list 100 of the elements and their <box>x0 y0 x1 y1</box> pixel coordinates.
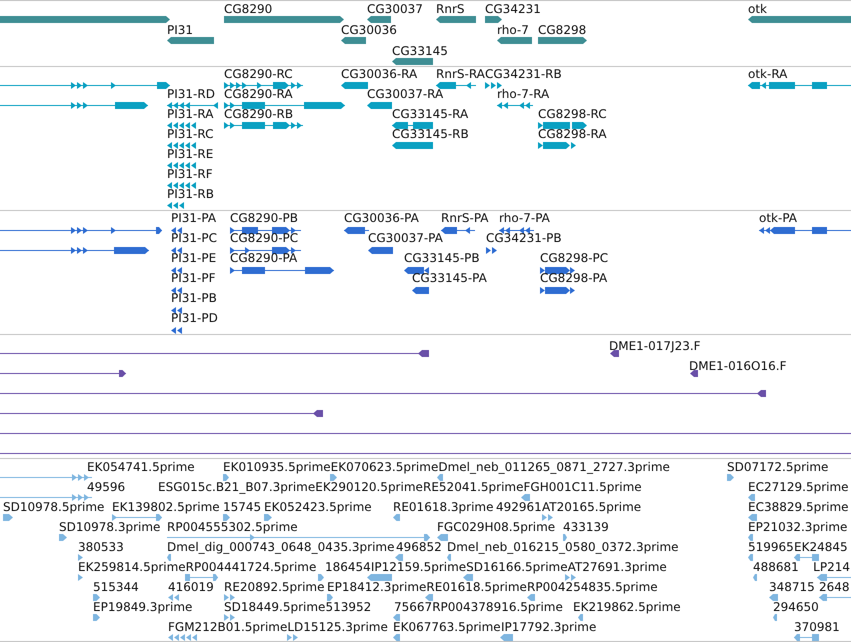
est-feature-bar[interactable] <box>287 634 300 641</box>
protein-feature-bar[interactable] <box>540 267 576 274</box>
est-feature-bar[interactable] <box>463 574 473 581</box>
est-feature-bar[interactable] <box>224 614 237 621</box>
protein-feature-bar[interactable] <box>230 227 301 234</box>
clone-feature-bar[interactable] <box>0 410 323 417</box>
est-feature-bar[interactable] <box>748 514 757 521</box>
transcript-feature-bar[interactable] <box>167 142 196 149</box>
est-feature-bar[interactable] <box>578 614 583 621</box>
transcript-feature-bar[interactable] <box>538 142 578 149</box>
est-feature-bar[interactable] <box>224 594 237 601</box>
est-feature-bar[interactable] <box>93 614 100 621</box>
est-feature-bar[interactable] <box>748 494 755 501</box>
transcript-feature-bar[interactable] <box>224 122 303 129</box>
transcript-feature-bar[interactable] <box>0 102 148 109</box>
gene-feature-bar[interactable] <box>436 16 476 23</box>
protein-feature-bar[interactable] <box>230 247 301 254</box>
gene-feature-bar[interactable] <box>748 16 851 23</box>
est-feature-bar[interactable] <box>318 574 324 581</box>
transcript-feature-bar[interactable] <box>485 82 502 89</box>
est-feature-bar[interactable] <box>521 494 530 501</box>
est-feature-bar[interactable] <box>0 494 92 501</box>
transcript-feature-bar[interactable] <box>748 82 851 89</box>
est-feature-bar[interactable] <box>748 554 753 561</box>
gene-feature-bar[interactable] <box>167 37 214 44</box>
est-feature-bar[interactable] <box>3 514 13 521</box>
est-feature-bar[interactable] <box>112 514 162 521</box>
transcript-feature-bar[interactable] <box>167 102 218 109</box>
est-feature-bar[interactable] <box>168 594 180 601</box>
protein-label: PI31-PC <box>171 231 217 245</box>
est-feature-bar[interactable] <box>447 554 451 561</box>
est-feature-bar[interactable] <box>167 534 430 541</box>
gene-feature-bar[interactable] <box>497 37 532 44</box>
est-label: RP004555302.5prime <box>167 520 298 534</box>
gene-feature-bar[interactable] <box>538 37 587 44</box>
transcript-feature-bar[interactable] <box>167 122 196 129</box>
est-feature-bar[interactable] <box>0 474 92 481</box>
est-feature-bar[interactable] <box>167 554 171 561</box>
gene-feature-bar[interactable] <box>341 37 366 44</box>
est-feature-bar[interactable] <box>437 474 443 481</box>
transcript-feature-bar[interactable] <box>392 142 433 149</box>
gene-feature-bar[interactable] <box>485 16 502 23</box>
transcript-label: CG30036-RA <box>341 67 418 81</box>
transcript-feature-bar[interactable] <box>167 162 196 169</box>
est-feature-bar[interactable] <box>542 514 553 521</box>
transcript-feature-bar[interactable] <box>167 182 196 189</box>
est-feature-bar[interactable] <box>223 474 229 481</box>
est-feature-bar[interactable] <box>425 594 433 601</box>
est-feature-bar[interactable] <box>819 594 851 601</box>
protein-feature-bar[interactable] <box>404 267 429 274</box>
est-feature-bar[interactable] <box>565 574 577 581</box>
protein-feature-bar[interactable] <box>499 227 534 234</box>
clone-feature-bar[interactable] <box>0 370 126 377</box>
est-feature-bar[interactable] <box>395 554 403 561</box>
transcript-feature-bar[interactable] <box>0 82 170 89</box>
gene-feature-bar[interactable] <box>392 58 433 65</box>
est-label: EC27129.5prime <box>748 480 849 494</box>
est-feature-bar[interactable] <box>773 614 777 621</box>
est-feature-bar[interactable] <box>59 534 67 541</box>
transcript-feature-bar[interactable] <box>392 122 433 129</box>
est-feature-bar[interactable] <box>727 474 734 481</box>
est-feature-bar[interactable] <box>367 574 392 581</box>
est-feature-bar[interactable] <box>753 574 757 581</box>
est-feature-bar[interactable] <box>794 554 819 561</box>
transcript-feature-bar[interactable] <box>224 102 345 109</box>
est-feature-bar[interactable] <box>223 514 230 521</box>
est-feature-bar[interactable] <box>437 534 448 541</box>
gene-feature-bar[interactable] <box>367 16 391 23</box>
est-label: ESG015c.B21_B07.3prime <box>158 480 316 494</box>
est-feature-bar[interactable] <box>393 634 400 641</box>
est-label: Dmel_neb_011265_0871_2727.3prime <box>438 460 670 474</box>
est-label: EK054741.5prime <box>87 460 195 474</box>
est-feature-bar[interactable] <box>527 594 535 601</box>
transcript-feature-bar[interactable] <box>497 102 533 109</box>
est-label: RP004441724.5prime <box>186 560 316 574</box>
est-feature-bar[interactable] <box>330 474 337 481</box>
transcript-label: CG8298-RA <box>538 127 607 141</box>
est-feature-bar[interactable] <box>817 574 851 581</box>
est-feature-bar[interactable] <box>794 634 819 641</box>
protein-label: CG8298-PA <box>540 271 608 285</box>
protein-label: PI31-PA <box>171 211 216 225</box>
transcript-feature-bar[interactable] <box>341 82 368 89</box>
est-feature-bar[interactable] <box>93 594 100 601</box>
est-feature-bar[interactable] <box>563 534 567 541</box>
est-feature-bar[interactable] <box>393 514 400 521</box>
est-feature-bar[interactable] <box>500 634 513 641</box>
transcript-feature-bar[interactable] <box>224 82 303 89</box>
transcript-feature-bar[interactable] <box>367 102 392 109</box>
transcript-feature-bar[interactable] <box>538 122 587 129</box>
est-feature-bar[interactable] <box>327 594 333 601</box>
est-feature-bar[interactable] <box>769 594 778 601</box>
transcript-feature-bar[interactable] <box>436 82 476 89</box>
clone-feature-bar[interactable] <box>0 390 766 397</box>
clone-feature-bar[interactable] <box>0 350 429 357</box>
est-feature-bar[interactable] <box>168 634 197 641</box>
clone-feature-bar[interactable] <box>690 370 698 377</box>
est-feature-bar[interactable] <box>748 534 753 541</box>
est-feature-bar[interactable] <box>264 514 272 521</box>
est-feature-bar[interactable] <box>393 614 400 621</box>
est-feature-bar[interactable] <box>185 574 218 581</box>
